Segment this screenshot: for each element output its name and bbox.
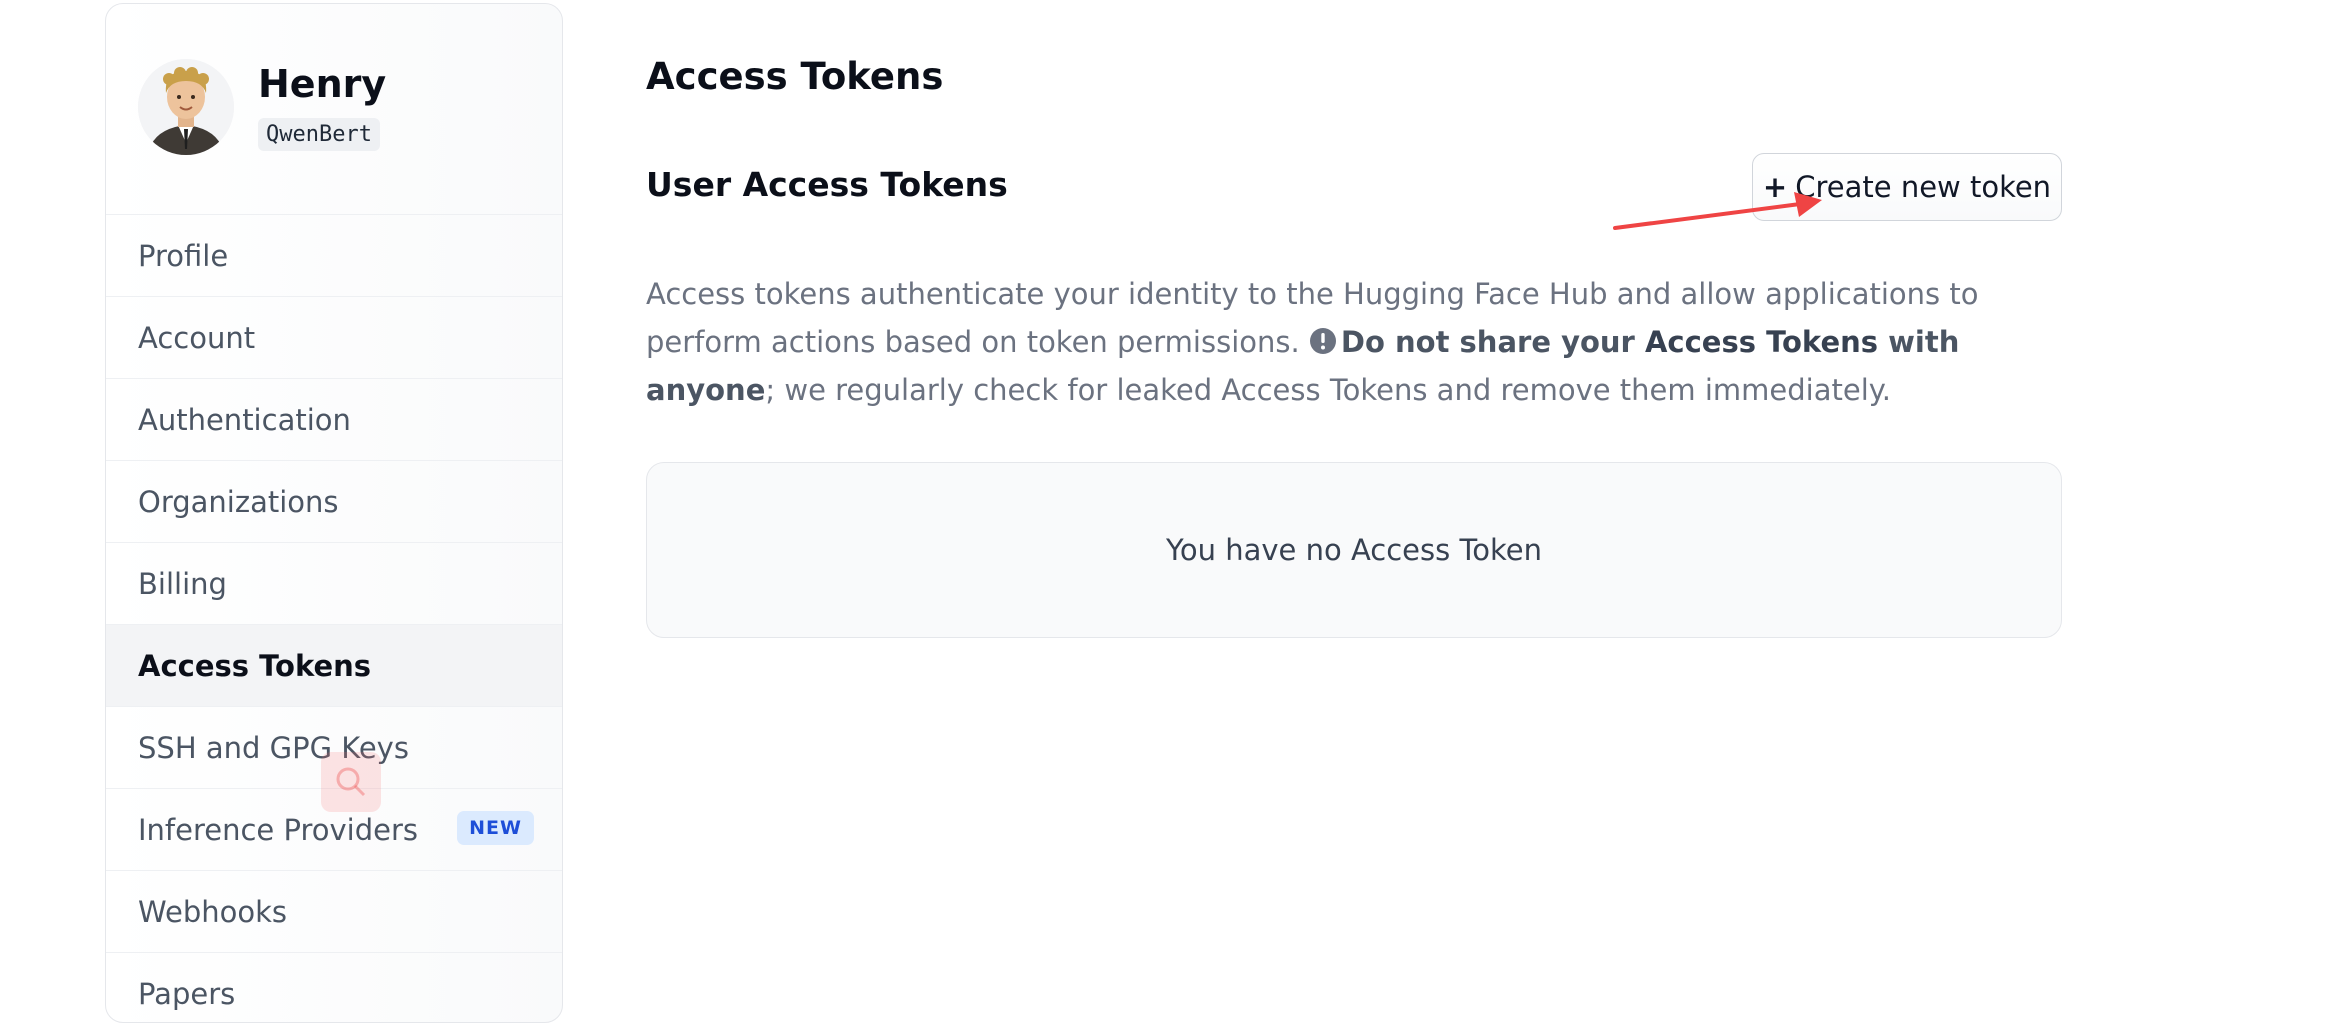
user-handle: QwenBert: [258, 118, 380, 151]
sidebar-item-profile[interactable]: Profile: [106, 215, 562, 297]
create-button-label: Create new token: [1795, 170, 2052, 204]
warning-text-a: Do not share your: [1340, 325, 1645, 359]
sidebar-item-organizations[interactable]: Organizations: [106, 461, 562, 543]
user-card: Henry QwenBert: [106, 4, 562, 215]
search-overlay-icon[interactable]: [321, 752, 381, 812]
user-name: Henry: [258, 62, 387, 106]
empty-state-text: You have no Access Token: [1166, 533, 1542, 567]
sidebar-item-label: Access Tokens: [138, 648, 372, 683]
sidebar-item-label: Papers: [138, 976, 236, 1011]
sidebar-item-account[interactable]: Account: [106, 297, 562, 379]
search-icon: [336, 767, 366, 797]
sidebar-item-webhooks[interactable]: Webhooks: [106, 871, 562, 953]
plus-icon: +: [1762, 170, 1788, 204]
sidebar-item-label: Organizations: [138, 484, 339, 519]
sidebar-item-papers[interactable]: Papers: [106, 953, 562, 1022]
warning-icon: [1309, 328, 1336, 354]
create-new-token-button[interactable]: + Create new token: [1752, 153, 2062, 221]
sidebar-item-label: Account: [138, 320, 256, 355]
sidebar-item-access-tokens[interactable]: Access Tokens: [106, 625, 562, 707]
sidebar-item-authentication[interactable]: Authentication: [106, 379, 562, 461]
new-badge: NEW: [457, 811, 534, 845]
sidebar-item-label: Authentication: [138, 402, 351, 437]
page-title: Access Tokens: [646, 55, 944, 98]
sidebar-item-label: Inference Providers: [138, 812, 419, 847]
avatar[interactable]: [138, 59, 234, 155]
settings-sidebar: Henry QwenBert Profile Account Authentic…: [105, 3, 563, 1023]
empty-state: You have no Access Token: [646, 462, 2062, 638]
sidebar-item-label: Billing: [138, 566, 227, 601]
description-text-end: ; we regularly check for leaked Access T…: [765, 373, 1892, 407]
access-token-description: Access tokens authenticate your identity…: [646, 270, 2066, 414]
sidebar-item-label: Profile: [138, 238, 229, 273]
avatar-image: [138, 59, 234, 155]
sidebar-item-billing[interactable]: Billing: [106, 543, 562, 625]
section-title: User Access Tokens: [646, 165, 1008, 204]
sidebar-item-label: Webhooks: [138, 894, 287, 929]
warning-text-b: Access Tokens: [1644, 325, 1879, 359]
